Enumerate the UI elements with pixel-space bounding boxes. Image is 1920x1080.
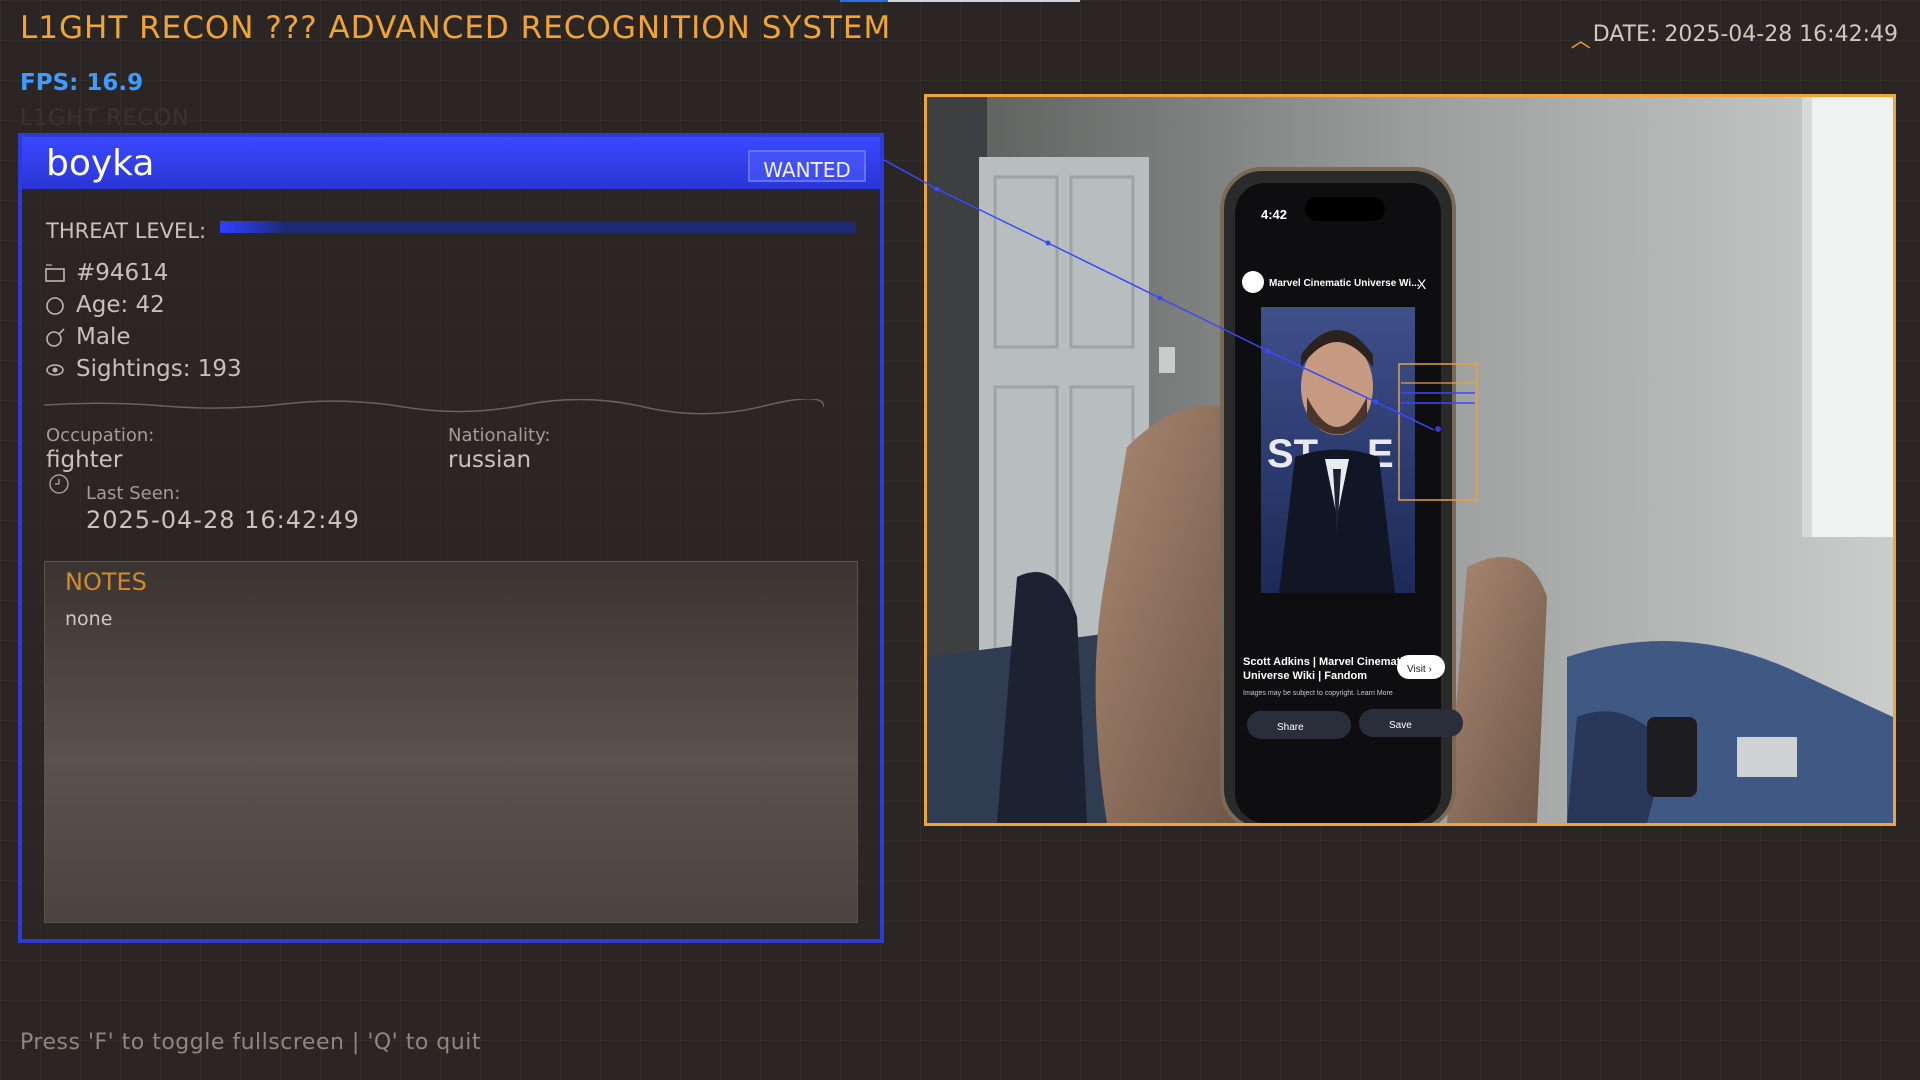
- keyboard-hint: Press 'F' to toggle fullscreen | 'Q' to …: [20, 1030, 481, 1055]
- date-text: DATE: 2025-04-28 16:42:49: [1592, 22, 1898, 47]
- phone-close: X: [1417, 276, 1427, 292]
- subject-sightings: Sightings: 193: [76, 356, 242, 382]
- threat-level-bar: [220, 221, 856, 233]
- fps-counter: FPS: 16.9: [20, 70, 144, 96]
- subject-name: boyka: [46, 143, 155, 184]
- profile-header: boyka WANTED: [22, 137, 880, 189]
- sightings-row: Sightings: 193: [44, 355, 242, 383]
- visit-button: Visit ›: [1407, 664, 1432, 675]
- id-card-icon: [45, 264, 65, 282]
- threat-level-label: THREAT LEVEL:: [46, 219, 207, 243]
- ghost-watermark: L1GHT RECON: [20, 106, 190, 131]
- nationality-label: Nationality:: [448, 425, 551, 446]
- notes-title: NOTES: [65, 568, 147, 596]
- clock-icon: [49, 474, 69, 494]
- notes-text: none: [65, 608, 113, 630]
- occupation-value: fighter: [46, 447, 123, 473]
- notes-panel: NOTES none: [44, 561, 858, 923]
- age-circle-icon: [46, 297, 64, 315]
- divider: [44, 399, 824, 415]
- last-seen-value: 2025-04-28 16:42:49: [86, 506, 360, 534]
- id-row: #94614: [44, 259, 168, 287]
- subject-age: Age: 42: [76, 292, 165, 318]
- camera-scene: 4:42 Marvel Cinematic Universe Wi... X S…: [927, 97, 1893, 823]
- male-icon: [46, 328, 65, 347]
- share-button: Share: [1277, 722, 1304, 733]
- eye-icon: [46, 364, 64, 376]
- threat-level-fill: [220, 221, 284, 233]
- gender-row: Male: [44, 323, 130, 351]
- caption-line1: Scott Adkins | Marvel Cinematic: [1243, 656, 1410, 668]
- nationality-value: russian: [448, 447, 532, 473]
- subject-gender: Male: [76, 324, 131, 350]
- phone-time: 4:42: [1261, 207, 1287, 222]
- profile-card: boyka WANTED THREAT LEVEL: #94614 Age: 4…: [18, 133, 884, 943]
- last-seen-label: Last Seen:: [86, 483, 181, 504]
- wanted-badge: WANTED: [748, 150, 866, 182]
- browser-title: Marvel Cinematic Universe Wi...: [1269, 278, 1420, 289]
- top-accent-bar: [840, 0, 1080, 2]
- camera-feed: 4:42 Marvel Cinematic Universe Wi... X S…: [924, 94, 1896, 826]
- copyright-note: Images may be subject to copyright. Lear…: [1243, 690, 1393, 697]
- date-readout: ︿ DATE: 2025-04-28 16:42:49: [1571, 20, 1898, 52]
- caret-icon: ︿: [1570, 28, 1591, 52]
- phone: 4:42 Marvel Cinematic Universe Wi... X S…: [1220, 167, 1463, 823]
- subject-id: #94614: [76, 260, 169, 286]
- occupation-label: Occupation:: [46, 425, 155, 446]
- save-button: Save: [1389, 720, 1412, 731]
- app-title: L1GHT RECON ??? ADVANCED RECOGNITION SYS…: [20, 10, 892, 46]
- caption-line2: Universe Wiki | Fandom: [1243, 670, 1367, 682]
- age-row: Age: 42: [44, 291, 165, 319]
